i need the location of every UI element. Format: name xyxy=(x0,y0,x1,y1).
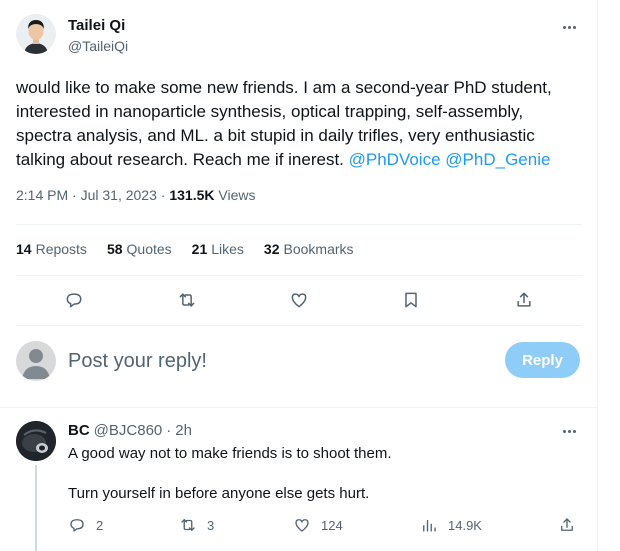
bookmark-icon[interactable] xyxy=(399,288,423,312)
default-avatar-icon xyxy=(22,349,50,379)
like-icon[interactable] xyxy=(287,288,311,312)
reply-share-button[interactable] xyxy=(558,514,576,536)
reply-likes-count: 124 xyxy=(321,517,343,533)
mention-link[interactable]: @PhDVoice xyxy=(349,150,441,169)
post-detail-column: Tailei Qi @TaileiQi would like to make s… xyxy=(0,0,598,551)
author-avatar[interactable] xyxy=(16,14,56,54)
share-icon xyxy=(561,518,573,531)
repost-icon[interactable] xyxy=(175,288,199,312)
divider xyxy=(0,407,598,408)
author-name[interactable]: Tailei Qi xyxy=(68,17,125,34)
post-time[interactable]: 2:14 PM xyxy=(16,187,68,203)
post-action-bar xyxy=(16,286,582,314)
reply-reposts-count: 3 xyxy=(207,517,215,533)
stat-quotes[interactable]: 58 Quotes xyxy=(107,241,172,257)
reply-header: BC @BJC860 · 2h xyxy=(68,422,192,439)
mention-link[interactable]: @PhD_Genie xyxy=(445,150,550,169)
current-user-avatar xyxy=(16,341,56,381)
reply-like-button[interactable]: 124 xyxy=(293,514,343,536)
reply-author-handle[interactable]: @BJC860 xyxy=(94,422,163,439)
divider xyxy=(16,275,582,276)
post-text: would like to make some new friends. I a… xyxy=(16,76,576,172)
post-meta: 2:14 PM · Jul 31, 2023 · 131.5K Views xyxy=(16,187,256,203)
reply-text-line: Turn yourself in before anyone else gets… xyxy=(68,485,370,502)
reply-time[interactable]: 2h xyxy=(175,422,192,439)
views-label: Views xyxy=(218,187,256,203)
repost-icon xyxy=(181,519,195,531)
divider xyxy=(16,224,582,225)
divider xyxy=(16,325,582,326)
thread-line xyxy=(35,465,37,551)
reply-text-line: A good way not to make friends is to sho… xyxy=(68,445,392,462)
reply-more-options-icon[interactable] xyxy=(558,420,580,442)
reply-icon xyxy=(70,519,84,532)
reply-replies-count: 2 xyxy=(96,517,104,533)
author-photo xyxy=(16,14,56,54)
reply-author-name[interactable]: BC xyxy=(68,422,90,439)
more-options-icon[interactable] xyxy=(558,16,580,38)
share-icon[interactable] xyxy=(512,288,536,312)
like-icon xyxy=(295,519,309,532)
reply-button[interactable]: Reply xyxy=(505,342,580,378)
stat-bookmarks[interactable]: 32 Bookmarks xyxy=(264,241,354,257)
reply-author-avatar[interactable] xyxy=(16,421,56,461)
views-icon xyxy=(423,519,436,532)
reply-icon[interactable] xyxy=(62,288,86,312)
reply-action-bar: 2 3 124 14.9K xyxy=(68,514,580,536)
reply-views-count: 14.9K xyxy=(448,517,482,533)
views-count: 131.5K xyxy=(169,187,215,203)
reply-repost-button[interactable]: 3 xyxy=(179,514,214,536)
reply-author-photo xyxy=(16,421,56,461)
stat-likes[interactable]: 21 Likes xyxy=(192,241,244,257)
engagement-stats: 14 Reposts 58 Quotes 21 Likes 32 Bookmarks xyxy=(16,241,354,257)
reply-replies-button[interactable]: 2 xyxy=(68,514,103,536)
stat-reposts[interactable]: 14 Reposts xyxy=(16,241,87,257)
reply-input[interactable] xyxy=(68,346,468,376)
post-date[interactable]: Jul 31, 2023 xyxy=(81,187,157,203)
author-handle[interactable]: @TaileiQi xyxy=(68,38,128,54)
reply-views-button[interactable]: 14.9K xyxy=(420,514,482,536)
